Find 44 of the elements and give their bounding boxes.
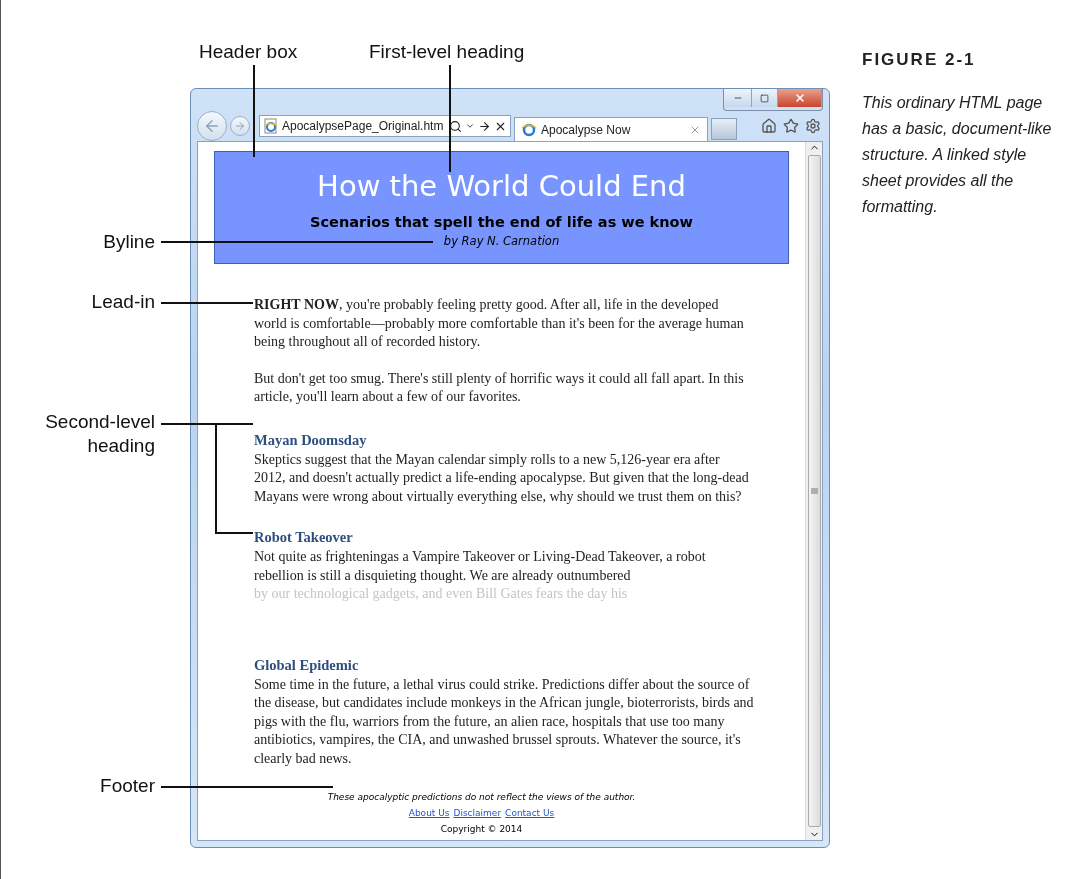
copyright: Copyright © 2014 [440,824,523,834]
grip-icon [810,488,818,494]
page-subtitle: Scenarios that spell the end of life as we know [310,214,693,230]
home-icon[interactable] [761,118,777,134]
callout-label: Footer [100,774,155,798]
faded-paragraph-line: by our technological gadgets, and even Bill Gates fears the day his [254,585,629,603]
footer-link[interactable]: About Us [408,808,450,818]
callout-label: Second-level heading [44,410,155,458]
paragraph: Not quite as frighteningas a Vampire Takeover or Living-Dead Takeover, a robot rebellion is still a disquieting thought. We are already outnumbered [254,548,707,585]
footer-link[interactable]: Contact Us [505,808,555,818]
figure-caption: This ordinary HTML page has a basic, document-like structure. A linked style sheet provides all the formatting. [862,93,1053,217]
footer-note: These apocalyptic predictions do not reflect the views of the author. [327,792,636,802]
page-icon [263,118,279,134]
callout-label: First-level heading [369,40,525,64]
callout-label: Header box [199,40,298,64]
browser-logo-icon [521,121,537,138]
section-heading: Robot Takeover [254,528,354,546]
byline: by Ray N. Carnation [443,234,560,248]
figure-number: FIGURE 2-1 [862,50,977,70]
settings-icon[interactable] [805,118,821,134]
paragraph: But don't get too smug. There's still plenty of horrific ways it could all fall apart. In this article, you'll learn about a few of our favorites. [254,369,745,406]
address-field[interactable]: ApocalypsePage_Original.htm [259,115,511,137]
star-icon[interactable] [783,118,799,134]
go-arrow-icon[interactable] [478,119,491,133]
browser-tab[interactable]: Apocalypse Now [514,117,708,141]
minimize-button[interactable] [724,89,752,107]
maximize-icon [760,93,769,103]
page-title: How the World Could End [317,168,686,205]
search-icon[interactable] [449,119,462,133]
paragraph: Skeptics suggest that the Mayan calendar simply rolls to a new 5,126-year era after 2012, and doesn't actually predict a life-ending apocalypse. But given that the long-dead Mayans were wrong about virtually everything else, why should we trust them on this? [254,450,750,506]
paragraph: RIGHT NOW, you're probably feeling pretty good. After all, life in the developed world is comfortable—probably more comfortable than it's been for the average human being throughout all of recorded history. [254,296,745,351]
maximize-button[interactable] [752,89,778,107]
close-icon [793,92,806,104]
callout-label: Byline [103,230,155,254]
scroll-thumb[interactable] [807,155,821,827]
forward-arrow-icon [234,120,246,132]
scrollbar[interactable] [805,142,822,840]
dropdown-icon[interactable] [465,121,475,131]
paragraph: Some time in the future, a lethal virus could strike. Predictions differ about the source of the disease, but candidates include monkeys in the African jungle, bioterrorists, birds and pigs with the flu, warriors from the future, an alien race, hospitals that use too many antibiotics, vampires, the CIA, and unwashed brussel sprouts. Whatever the source, it's clearly bad news. [254,675,754,768]
callout-label: Lead-in [91,290,155,314]
section-heading: Global Epidemic [254,655,360,674]
section-heading: Mayan Doomsday [254,430,368,449]
close-button[interactable] [778,89,822,107]
footer-link[interactable]: Disclaimer [453,808,502,818]
